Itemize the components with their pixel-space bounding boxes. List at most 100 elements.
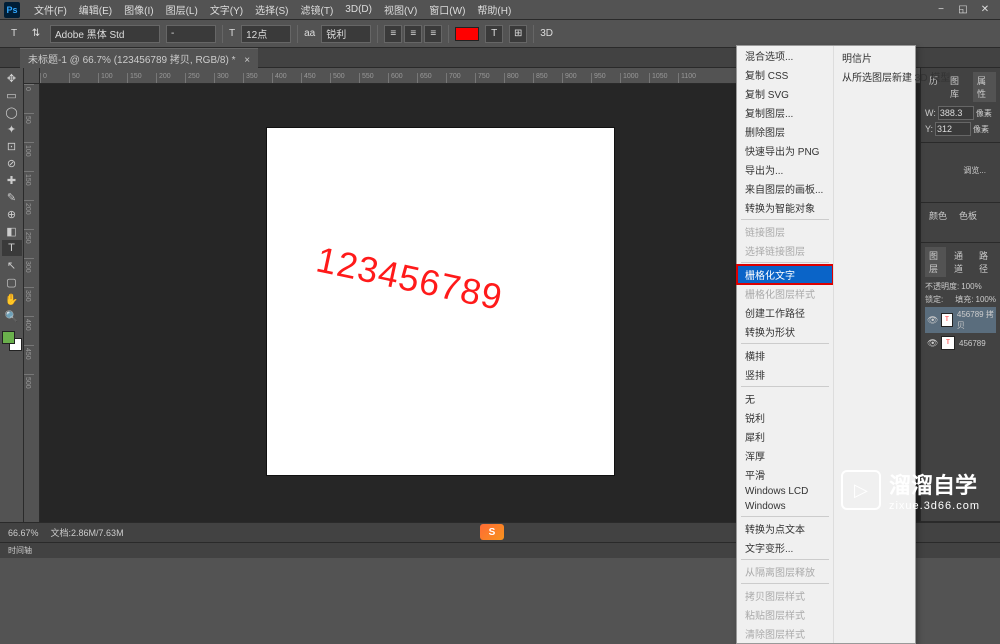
eyedropper-tool[interactable]: ⊘ (2, 155, 22, 171)
ctx-item[interactable]: 栅格化文字 (737, 265, 833, 284)
menu-type[interactable]: 文字(Y) (204, 0, 249, 19)
ctx-item[interactable]: 创建工作路径 (737, 303, 833, 322)
tab-channels[interactable]: 通道 (950, 247, 971, 277)
ctx-item[interactable]: 竖排 (737, 365, 833, 384)
crop-tool[interactable]: ⊡ (2, 138, 22, 154)
eraser-tool[interactable]: ◧ (2, 223, 22, 239)
menu-edit[interactable]: 编辑(E) (73, 0, 118, 19)
minimize-icon[interactable]: − (934, 4, 948, 15)
stamp-tool[interactable]: ⊕ (2, 206, 22, 222)
fill-value[interactable]: 100% (976, 295, 996, 304)
ctx-item[interactable]: Windows LCD (737, 484, 833, 499)
width-label: W: (925, 108, 936, 118)
char-panel-icon[interactable]: ⊞ (509, 25, 527, 43)
zoom-tool[interactable]: 🔍 (2, 308, 22, 324)
ctx-item[interactable]: 转换为智能对象 (737, 198, 833, 217)
warp-text-icon[interactable]: T (485, 25, 503, 43)
menu-filter[interactable]: 滤镜(T) (295, 0, 340, 19)
lasso-tool[interactable]: ◯ (2, 104, 22, 120)
ctx-item[interactable]: 横排 (737, 346, 833, 365)
tab-layers[interactable]: 图层 (925, 247, 946, 277)
ctx-item[interactable]: 锐利 (737, 408, 833, 427)
font-style-dropdown[interactable]: - (166, 25, 216, 43)
doc-info: 文档:2.86M/7.63M (51, 526, 124, 539)
toolbox: ✥ ▭ ◯ ✦ ⊡ ⊘ ✚ ✎ ⊕ ◧ T ↖ ▢ ✋ 🔍 (0, 68, 24, 522)
canvas-text-layer[interactable]: 123456789 (313, 238, 507, 318)
tab-swatches[interactable]: 色板 (955, 207, 981, 224)
width-unit: 像素 (976, 108, 992, 119)
ctx-item[interactable]: 平滑 (737, 465, 833, 484)
text-color-swatch[interactable] (455, 27, 479, 41)
ctx-item[interactable]: 复制 CSS (737, 65, 833, 84)
wand-tool[interactable]: ✦ (2, 121, 22, 137)
type-tool[interactable]: T (2, 240, 22, 256)
align-left-icon[interactable]: ≡ (384, 25, 402, 43)
layer-item[interactable]: 👁 T 456789 (925, 334, 996, 352)
shape-tool[interactable]: ▢ (2, 274, 22, 290)
ctx-item[interactable]: 快速导出为 PNG (737, 141, 833, 160)
menu-help[interactable]: 帮助(H) (471, 0, 517, 19)
visibility-icon[interactable]: 👁 (927, 315, 937, 325)
3d-button[interactable]: 3D (540, 28, 553, 39)
menu-file[interactable]: 文件(F) (28, 0, 73, 19)
width-input[interactable] (938, 106, 974, 120)
orientation-icon[interactable]: ⇅ (28, 26, 44, 42)
menu-layer[interactable]: 图层(L) (160, 0, 204, 19)
timeline-label[interactable]: 时间轴 (8, 545, 32, 556)
ctx-item[interactable]: 转换为点文本 (737, 519, 833, 538)
ctx-item: 拷贝图层样式 (737, 586, 833, 605)
restore-icon[interactable]: ◱ (956, 4, 970, 15)
move-tool[interactable]: ✥ (2, 70, 22, 86)
align-right-icon[interactable]: ≡ (424, 25, 442, 43)
canvas[interactable]: 123456789 (267, 128, 614, 475)
type-tool-icon: T (6, 26, 22, 42)
ctx-item[interactable]: Windows (737, 499, 833, 514)
tab-paths[interactable]: 路径 (975, 247, 996, 277)
menu-image[interactable]: 图像(I) (118, 0, 159, 19)
ctx-item[interactable]: 转换为形状 (737, 322, 833, 341)
font-family-dropdown[interactable]: Adobe 黑体 Std (50, 25, 160, 43)
ime-icon[interactable]: S (480, 524, 504, 540)
ctx-item[interactable]: 删除图层 (737, 122, 833, 141)
color-swatches[interactable] (2, 331, 22, 351)
ctx-item[interactable]: 复制 SVG (737, 84, 833, 103)
ctx-item: 从隔离图层释放 (737, 562, 833, 581)
ctx-item[interactable]: 明信片 (834, 48, 915, 67)
tab-close-icon[interactable]: × (244, 55, 250, 66)
zoom-level[interactable]: 66.67% (8, 528, 39, 538)
preview-button[interactable]: 调览... (957, 165, 992, 176)
y-input[interactable] (935, 122, 971, 136)
menu-window[interactable]: 窗口(W) (423, 0, 471, 19)
menu-select[interactable]: 选择(S) (249, 0, 294, 19)
ctx-item[interactable]: 复制图层... (737, 103, 833, 122)
ctx-item[interactable]: 来自图层的画板... (737, 179, 833, 198)
fg-color[interactable] (2, 331, 15, 344)
ctx-item[interactable]: 浑厚 (737, 446, 833, 465)
marquee-tool[interactable]: ▭ (2, 87, 22, 103)
menu-view[interactable]: 视图(V) (378, 0, 423, 19)
opacity-value[interactable]: 100% (961, 282, 981, 291)
ctx-item[interactable]: 犀利 (737, 427, 833, 446)
ctx-item[interactable]: 从所选图层新建 3D 模型 (834, 67, 915, 86)
tab-properties[interactable]: 属性 (973, 72, 996, 102)
ctx-item[interactable]: 导出为... (737, 160, 833, 179)
ctx-item[interactable]: 无 (737, 389, 833, 408)
hand-tool[interactable]: ✋ (2, 291, 22, 307)
menubar: Ps 文件(F) 编辑(E) 图像(I) 图层(L) 文字(Y) 选择(S) 滤… (0, 0, 1000, 20)
heal-tool[interactable]: ✚ (2, 172, 22, 188)
tab-color[interactable]: 颜色 (925, 207, 951, 224)
align-center-icon[interactable]: ≡ (404, 25, 422, 43)
close-icon[interactable]: ✕ (978, 4, 992, 15)
font-size-dropdown[interactable]: 12点 (241, 25, 291, 43)
aa-dropdown[interactable]: 锐利 (321, 25, 371, 43)
ctx-item[interactable]: 文字变形... (737, 538, 833, 557)
ctx-item[interactable]: 混合选项... (737, 46, 833, 65)
path-tool[interactable]: ↖ (2, 257, 22, 273)
document-tab[interactable]: 未标题-1 @ 66.7% (123456789 拷贝, RGB/8) * × (20, 48, 258, 68)
menu-3d[interactable]: 3D(D) (339, 2, 378, 17)
brush-tool[interactable]: ✎ (2, 189, 22, 205)
ctx-separator (741, 583, 829, 584)
ctx-separator (741, 343, 829, 344)
visibility-icon[interactable]: 👁 (927, 338, 937, 348)
layer-item[interactable]: 👁 T 456789 拷贝 (925, 307, 996, 333)
